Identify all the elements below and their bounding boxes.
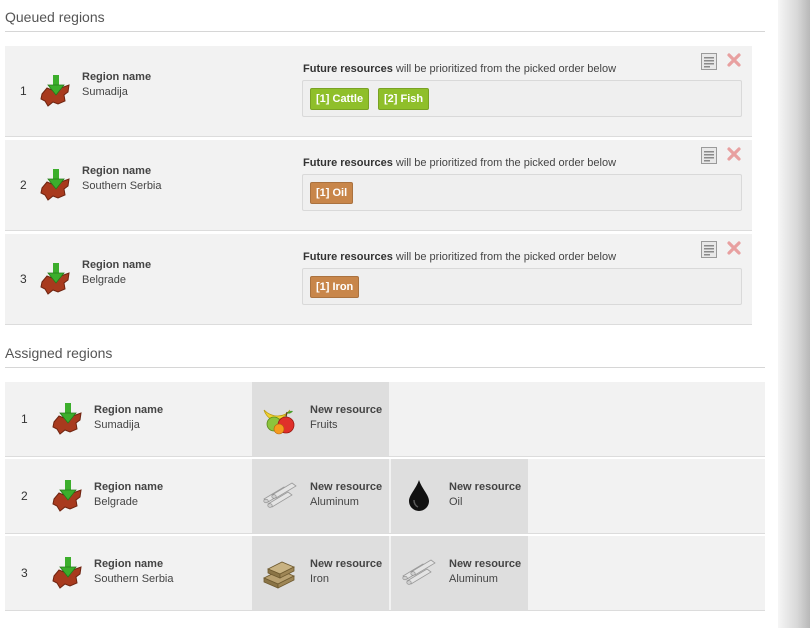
queued-region-row: 2 Region name Southern Serbia Future res… bbox=[5, 140, 752, 231]
row-number: 3 bbox=[20, 272, 27, 286]
future-resources-text: will be prioritized from the picked orde… bbox=[392, 157, 617, 169]
future-resources-text: will be prioritized from the picked orde… bbox=[392, 63, 617, 75]
section-divider bbox=[5, 31, 765, 32]
resource-label: New resource bbox=[449, 481, 522, 493]
region-name-value: Sumadija bbox=[82, 86, 128, 98]
resource-value: Fruits bbox=[310, 419, 338, 431]
resource-cell: New resource Oil bbox=[391, 459, 528, 533]
details-document-icon[interactable] bbox=[701, 147, 717, 164]
resource-value: Aluminum bbox=[449, 573, 498, 585]
resource-cell: New resource Iron bbox=[252, 536, 389, 610]
future-resources-note: Future resources will be prioritized fro… bbox=[303, 157, 616, 169]
region-name-label: Region name bbox=[82, 71, 152, 83]
assigned-region-row: 3 Region name Southern Serbia New resour… bbox=[5, 536, 765, 611]
queued-region-row: 3 Region name Belgrade Future resources … bbox=[5, 234, 752, 325]
resource-tag[interactable]: [1] Cattle bbox=[310, 88, 370, 110]
resource-label: New resource bbox=[449, 558, 522, 570]
row-number: 2 bbox=[21, 489, 28, 503]
page-edge-shadow bbox=[778, 0, 810, 628]
future-resources-note: Future resources will be prioritized fro… bbox=[303, 251, 616, 263]
region-name-value: Belgrade bbox=[82, 274, 127, 286]
region-map-icon bbox=[51, 402, 85, 436]
region-name-label: Region name bbox=[94, 481, 164, 493]
region-map-icon bbox=[39, 262, 73, 296]
resource-label: New resource bbox=[310, 558, 383, 570]
assigned-region-row: 1 Region name Sumadija New resource Frui… bbox=[5, 382, 765, 457]
resource-value: Aluminum bbox=[310, 496, 359, 508]
region-name-label: Region name bbox=[94, 404, 164, 416]
fruits-icon bbox=[260, 400, 300, 436]
remove-close-icon[interactable] bbox=[726, 240, 742, 256]
row-number: 1 bbox=[20, 84, 27, 98]
aluminum-icon bbox=[399, 554, 439, 590]
resource-order-box[interactable]: [1] Oil bbox=[302, 174, 742, 211]
row-number: 1 bbox=[21, 412, 28, 426]
resource-tag[interactable]: [1] Iron bbox=[310, 276, 360, 298]
resource-value: Iron bbox=[310, 573, 329, 585]
remove-close-icon[interactable] bbox=[726, 52, 742, 68]
row-number: 2 bbox=[20, 178, 27, 192]
region-name-value: Sumadija bbox=[94, 419, 140, 431]
resource-tag[interactable]: [1] Oil bbox=[310, 182, 354, 204]
resource-cell: New resource Aluminum bbox=[391, 536, 528, 610]
region-name-label: Region name bbox=[94, 558, 164, 570]
queued-region-row: 1 Region name Sumadija Future resources … bbox=[5, 46, 752, 137]
row-number: 3 bbox=[21, 566, 28, 580]
oil-drop-icon bbox=[399, 477, 439, 513]
region-map-icon bbox=[51, 556, 85, 590]
region-name-value: Southern Serbia bbox=[94, 573, 174, 585]
region-name-value: Southern Serbia bbox=[82, 180, 162, 192]
future-resources-label: Future resources bbox=[303, 63, 393, 75]
iron-bars-icon bbox=[260, 554, 300, 590]
future-resources-label: Future resources bbox=[303, 157, 393, 169]
region-name-label: Region name bbox=[82, 259, 152, 271]
resource-label: New resource bbox=[310, 481, 383, 493]
resource-tag[interactable]: [2] Fish bbox=[378, 88, 430, 110]
resource-cell: New resource Aluminum bbox=[252, 459, 389, 533]
assigned-regions-title: Assigned regions bbox=[5, 345, 113, 361]
resource-order-box[interactable]: [1] Cattle [2] Fish bbox=[302, 80, 742, 117]
aluminum-icon bbox=[260, 477, 300, 513]
resource-order-box[interactable]: [1] Iron bbox=[302, 268, 742, 305]
region-name-value: Belgrade bbox=[94, 496, 139, 508]
resource-label: New resource bbox=[310, 404, 383, 416]
region-map-icon bbox=[39, 168, 73, 202]
future-resources-note: Future resources will be prioritized fro… bbox=[303, 63, 616, 75]
assigned-region-row: 2 Region name Belgrade New resource Alum… bbox=[5, 459, 765, 534]
details-document-icon[interactable] bbox=[701, 53, 717, 70]
section-divider bbox=[5, 367, 765, 368]
region-map-icon bbox=[39, 74, 73, 108]
region-map-icon bbox=[51, 479, 85, 513]
future-resources-text: will be prioritized from the picked orde… bbox=[392, 251, 617, 263]
remove-close-icon[interactable] bbox=[726, 146, 742, 162]
resource-value: Oil bbox=[449, 496, 463, 508]
queued-regions-title: Queued regions bbox=[5, 9, 105, 25]
details-document-icon[interactable] bbox=[701, 241, 717, 258]
resource-cell: New resource Fruits bbox=[252, 382, 389, 456]
future-resources-label: Future resources bbox=[303, 251, 393, 263]
region-name-label: Region name bbox=[82, 165, 152, 177]
